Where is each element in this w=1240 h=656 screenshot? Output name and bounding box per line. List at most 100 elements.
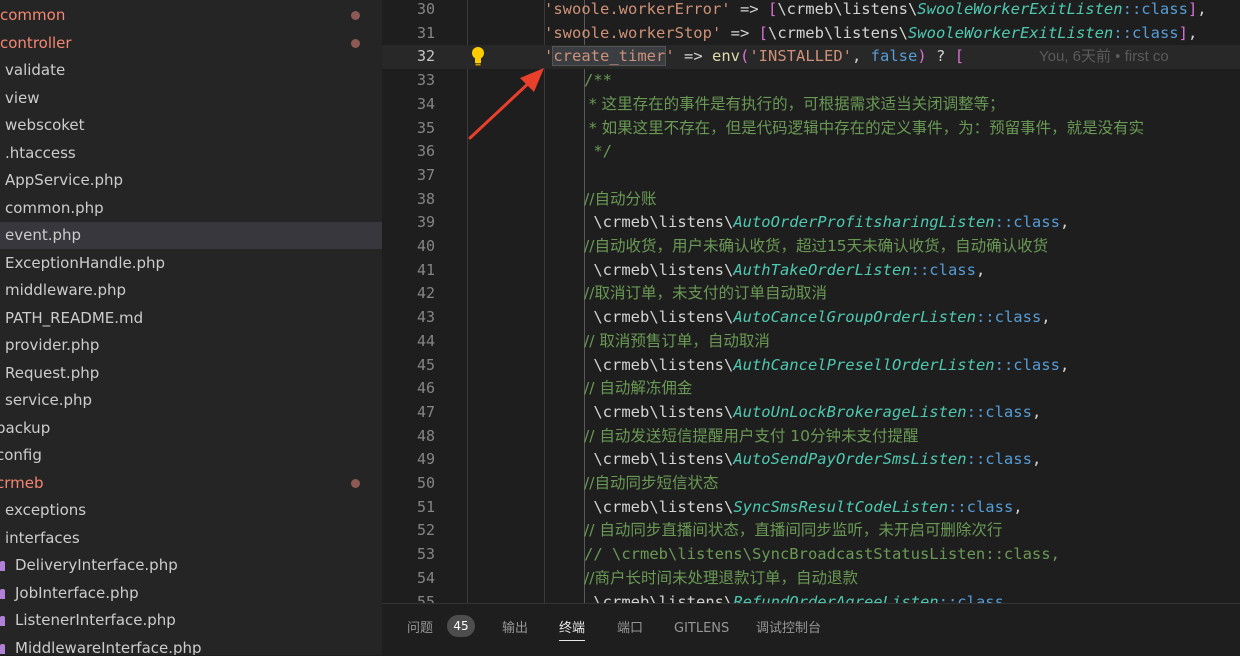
lightbulb-icon[interactable]: [470, 46, 486, 66]
code-token: * 这里存在的事件是有执行的，可根据需求适当关闭调整等；: [584, 94, 1005, 113]
code-line[interactable]: 44 // 取消预售订单，自动取消: [382, 330, 1240, 354]
code-line[interactable]: 48 // 自动发送短信提醒用户支付 10分钟未支付提醒: [382, 425, 1240, 449]
code-token: RefundOrderAgreeListen: [733, 592, 939, 604]
code-line[interactable]: 31 'swoole.workerStop' => [\crmeb\listens…: [382, 22, 1240, 46]
tab-debug-console[interactable]: 调试控制台: [756, 618, 821, 640]
code-line[interactable]: 55 \crmeb\listens\RefundOrderAgreeListen…: [382, 591, 1240, 604]
code-line[interactable]: 51 \crmeb\listens\SyncSmsResultCodeListe…: [382, 496, 1240, 520]
sidebar-item-label: crmeb: [0, 473, 44, 492]
code-text: // 自动解冻佣金: [584, 377, 692, 401]
line-number: 44: [416, 331, 435, 350]
code-token: ,: [1003, 592, 1014, 604]
code-line[interactable]: 47 \crmeb\listens\AutoUnLockBrokerageLis…: [382, 401, 1240, 425]
sidebar-item-label: PATH_README.md: [5, 308, 144, 327]
code-line[interactable]: 38 //自动分账: [382, 188, 1240, 212]
code-line[interactable]: 43 \crmeb\listens\AutoCancelGroupOrderLi…: [382, 306, 1240, 330]
code-line[interactable]: 46 // 自动解冻佣金: [382, 377, 1240, 401]
code-token: AutoCancelGroupOrderListen: [733, 308, 976, 327]
sidebar-item[interactable]: ListenerInterface.php: [0, 607, 382, 634]
code-line[interactable]: 40 //自动收货，用户未确认收货，超过15天未确认收货，自动确认收货: [382, 235, 1240, 259]
code-token: \crmeb\listens\: [767, 23, 908, 42]
code-token: =>: [730, 0, 768, 18]
code-line[interactable]: 39 \crmeb\listens\AutoOrderProfitsharing…: [382, 211, 1240, 235]
tab-problems[interactable]: 问题: [407, 618, 433, 640]
code-token: ::class: [1113, 23, 1179, 42]
code-line[interactable]: 42 //取消订单，未支付的订单自动取消: [382, 282, 1240, 306]
code-line[interactable]: 54 //商户长时间未处理退款订单，自动退款: [382, 567, 1240, 591]
sidebar-item[interactable]: controller: [0, 30, 382, 57]
sidebar-item[interactable]: JobInterface.php: [0, 580, 382, 607]
sidebar-item-label: JobInterface.php: [15, 583, 139, 602]
code-token: //取消订单，未支付的订单自动取消: [584, 284, 827, 303]
sidebar-item[interactable]: backup: [0, 415, 382, 442]
sidebar-item[interactable]: service.php: [0, 387, 382, 414]
code-line[interactable]: 45 \crmeb\listens\AuthCancelPresellOrder…: [382, 354, 1240, 378]
code-token: ,: [1197, 0, 1207, 18]
tab-terminal[interactable]: 终端: [559, 618, 586, 641]
sidebar-item[interactable]: Request.php: [0, 360, 382, 387]
line-number: 34: [416, 94, 435, 113]
code-token: [: [758, 23, 768, 42]
tab-ports[interactable]: 端口: [617, 618, 643, 640]
code-text: * 如果这里不存在，但是代码逻辑中存在的定义事件，为：预留事件，就是没有实: [584, 117, 1144, 141]
line-number: 53: [416, 545, 435, 564]
code-line[interactable]: 49 \crmeb\listens\AutoSendPayOrderSmsLis…: [382, 448, 1240, 472]
sidebar-item-label: config: [0, 446, 42, 464]
sidebar-item[interactable]: interfaces: [0, 525, 382, 552]
code-token: ::class: [1122, 0, 1188, 18]
code-line[interactable]: 53 // \crmeb\listens\SyncBroadcastStatusL…: [382, 543, 1240, 567]
code-token: 'INSTALLED': [749, 47, 852, 66]
sidebar-item[interactable]: exceptions: [0, 497, 382, 524]
code-text: \crmeb\listens\AutoCancelGroupOrderListe…: [584, 306, 1050, 330]
sidebar-item[interactable]: .htaccess: [0, 140, 382, 167]
code-line[interactable]: 41 \crmeb\listens\AuthTakeOrderListen::c…: [382, 259, 1240, 283]
sidebar-item-label: DeliveryInterface.php: [15, 556, 178, 574]
sidebar-item[interactable]: view: [0, 85, 382, 112]
problems-count-badge: 45: [447, 615, 475, 637]
line-number: 33: [416, 71, 435, 90]
code-token: \crmeb\listens\: [584, 308, 734, 327]
code-token: AutoSendPayOrderSmsListen: [733, 450, 967, 469]
sidebar-item[interactable]: PATH_README.md: [0, 305, 382, 332]
sidebar-item[interactable]: validate: [0, 57, 382, 84]
code-text: \crmeb\listens\AutoOrderProfitsharingLis…: [584, 211, 1069, 235]
line-number: 35: [416, 118, 435, 137]
code-token: ,: [1187, 23, 1198, 42]
sidebar-item-label: exceptions: [5, 501, 87, 519]
line-number: 52: [416, 521, 435, 540]
code-token: * 如果这里不存在，但是代码逻辑中存在的定义事件，为：预留事件，就是没有实: [584, 118, 1145, 137]
code-token: ::class: [966, 450, 1032, 469]
code-line[interactable]: 30 'swoole.workerError' => [\crmeb\listen…: [382, 0, 1240, 22]
tab-gitlens[interactable]: GITLENS: [674, 618, 729, 640]
sidebar-item[interactable]: event.php: [0, 222, 382, 249]
sidebar-item[interactable]: common.php: [0, 195, 382, 222]
code-token: ,: [1031, 450, 1042, 469]
sidebar-item-label: Request.php: [5, 363, 100, 382]
line-number: 47: [416, 402, 435, 421]
code-token: 'swoole.workerStop': [544, 23, 722, 42]
code-line[interactable]: 52 // 自动同步直播间状态，直播间同步监听，未开启可删除次行: [382, 519, 1240, 543]
code-line[interactable]: 37: [382, 164, 1240, 188]
sidebar-item[interactable]: common: [0, 2, 382, 29]
sidebar-item[interactable]: webscoket: [0, 112, 382, 139]
tab-output[interactable]: 输出: [502, 618, 528, 640]
code-text: \crmeb\listens\AutoSendPayOrderSmsListen…: [584, 448, 1041, 472]
explorer-sidebar: common controller validate view webscoket .ht…: [0, 0, 382, 655]
sidebar-item[interactable]: MiddlewareInterface.php: [0, 635, 382, 655]
php-interface-icon: [0, 561, 5, 571]
sidebar-item[interactable]: crmeb: [0, 470, 382, 497]
sidebar-item[interactable]: ExceptionHandle.php: [0, 250, 382, 277]
line-number: 36: [416, 142, 435, 161]
code-token: // 自动同步直播间状态，直播间同步监听，未开启可删除次行: [584, 521, 1003, 540]
code-token: ]: [1187, 0, 1198, 18]
code-line[interactable]: 50 //自动同步短信状态: [382, 472, 1240, 496]
code-text: */: [584, 140, 612, 164]
sidebar-item[interactable]: provider.php: [0, 332, 382, 359]
code-text: //商户长时间未处理退款订单，自动退款: [584, 567, 858, 591]
modified-dot-icon: [351, 38, 360, 48]
sidebar-item[interactable]: config: [0, 442, 382, 469]
sidebar-item-label: service.php: [5, 391, 93, 409]
sidebar-item[interactable]: middleware.php: [0, 277, 382, 304]
sidebar-item[interactable]: DeliveryInterface.php: [0, 552, 382, 579]
sidebar-item[interactable]: AppService.php: [0, 167, 382, 194]
